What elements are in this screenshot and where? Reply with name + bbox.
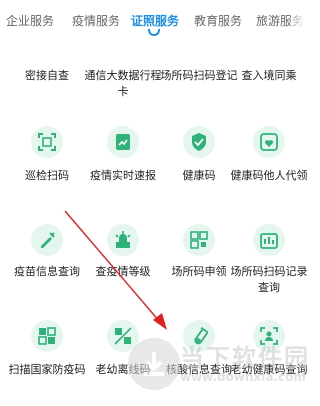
service-label: 查疫情等级	[95, 265, 151, 278]
health-proxy-icon	[253, 126, 285, 158]
service-label: 查入境同乘	[241, 69, 297, 82]
service-label: 扫描国家防疫码	[8, 363, 86, 376]
service-label: 健康码	[182, 169, 216, 182]
service-label: 巡检扫码	[25, 169, 69, 182]
report-chart-icon	[107, 126, 139, 158]
watermark-url: www.downxia.com	[180, 370, 306, 384]
qr-record-icon	[253, 224, 285, 256]
service-label: 疫苗信息查询	[14, 265, 80, 278]
service-close-contact-check[interactable]: 密接自查	[8, 36, 86, 100]
service-tab-bar: 企业服务 疫情服务 证照服务 教育服务 旅游服务	[0, 0, 309, 40]
watermark-name: 当下软件园	[180, 344, 310, 372]
tab-education[interactable]: 教育服务	[194, 12, 242, 29]
service-national-code-scan[interactable]: 扫描国家防疫码	[8, 320, 86, 406]
service-label: 健康码他人代领	[230, 169, 308, 182]
service-inspection-scan[interactable]: 巡检扫码	[8, 126, 86, 206]
scan-icon	[31, 126, 63, 158]
service-vaccine-info[interactable]: 疫苗信息查询	[8, 224, 86, 304]
service-venue-scan-records[interactable]: 场所码扫码记录查询	[230, 224, 308, 304]
tab-certificate[interactable]: 证照服务	[131, 12, 179, 29]
service-label: 场所码扫码记录查询	[230, 265, 308, 294]
service-label: 密接自查	[25, 69, 69, 82]
service-health-code[interactable]: 健康码	[160, 126, 238, 206]
tab-bar-fade	[287, 0, 309, 36]
syringe-icon	[31, 224, 63, 256]
active-tab-indicator	[148, 29, 160, 36]
service-venue-code-apply[interactable]: 场所码申领	[160, 224, 238, 304]
national-qr-icon	[31, 320, 63, 352]
service-label: 场所码扫码登记	[160, 69, 238, 82]
service-epidemic-report[interactable]: 疫情实时速报	[84, 126, 162, 206]
risk-level-icon	[107, 224, 139, 256]
service-label: 场所码申领	[171, 265, 227, 278]
tab-epidemic[interactable]: 疫情服务	[72, 12, 120, 29]
service-inbound-copassenger[interactable]: 查入境同乘	[230, 36, 308, 100]
shield-check-icon	[183, 126, 215, 158]
qr-apply-icon	[183, 224, 215, 256]
service-health-code-proxy[interactable]: 健康码他人代领	[230, 126, 308, 206]
tab-enterprise[interactable]: 企业服务	[6, 12, 54, 29]
service-venue-code-scan[interactable]: 场所码扫码登记	[160, 36, 238, 100]
watermark-logo-icon	[128, 338, 180, 390]
watermark: 当下软件园 www.downxia.com	[128, 336, 308, 402]
service-label: 通信大数据行程卡	[84, 69, 162, 98]
service-label: 疫情实时速报	[90, 169, 156, 182]
service-risk-level[interactable]: 查疫情等级	[84, 224, 162, 304]
service-itinerary-card[interactable]: 通信大数据行程卡	[84, 36, 162, 100]
